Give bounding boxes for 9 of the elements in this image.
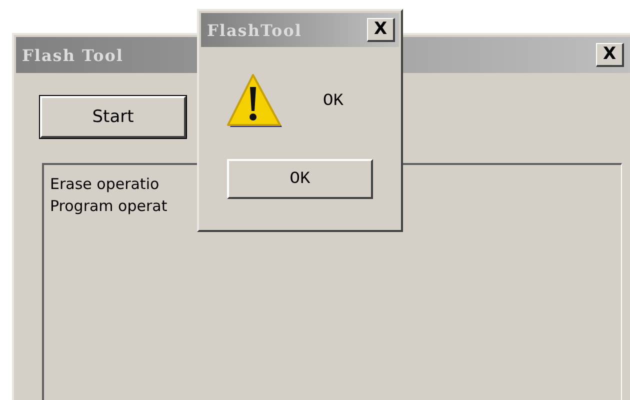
start-button[interactable]: Start: [40, 96, 186, 138]
dialog-title: FlashTool: [207, 20, 302, 40]
close-button[interactable]: X: [367, 18, 395, 42]
close-button[interactable]: X: [596, 43, 624, 67]
log-line: Program operat: [50, 196, 168, 217]
window-title: Flash Tool: [22, 46, 124, 64]
ok-button[interactable]: OK: [227, 159, 373, 199]
dialog-message: OK: [323, 92, 344, 110]
log-line: Erase operatio: [50, 174, 160, 195]
